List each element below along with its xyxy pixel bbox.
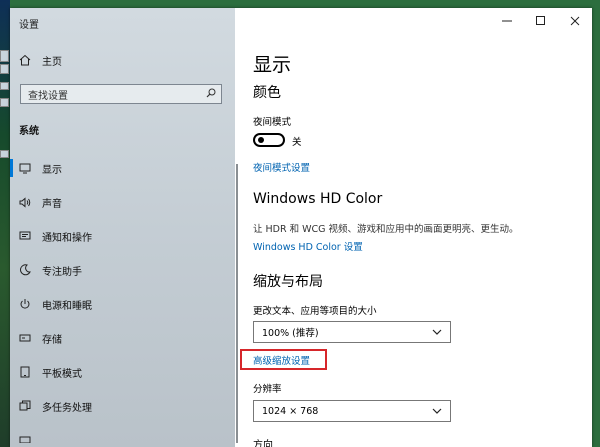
desktop-icon[interactable] xyxy=(0,98,9,107)
sidebar-item-partial[interactable] xyxy=(10,424,235,447)
settings-window: 设置 主页 查找设置 系统 显示 声音 通知和操作 专注助手 电源和睡眠 存储 … xyxy=(10,8,592,447)
night-light-toggle[interactable] xyxy=(253,133,285,147)
scale-dropdown[interactable]: 100% (推荐) xyxy=(253,321,451,343)
night-light-state: 关 xyxy=(292,137,302,148)
sidebar-item-label: 主页 xyxy=(42,56,62,68)
section-heading-scale-layout: 缩放与布局 xyxy=(253,274,323,290)
sidebar-item-label: 平板模式 xyxy=(42,368,82,380)
sidebar-item-power-sleep[interactable]: 电源和睡眠 xyxy=(10,291,235,317)
section-heading-hd-color: Windows HD Color xyxy=(253,191,383,207)
partial-icon xyxy=(18,430,32,444)
sidebar-item-label: 通知和操作 xyxy=(42,232,92,244)
multitask-icon xyxy=(18,399,32,413)
sidebar-item-notifications[interactable]: 通知和操作 xyxy=(10,223,235,249)
hd-color-settings-link[interactable]: Windows HD Color 设置 xyxy=(253,239,363,253)
night-light-settings-link[interactable]: 夜间模式设置 xyxy=(253,160,310,174)
storage-icon xyxy=(18,331,32,345)
search-input[interactable]: 查找设置 xyxy=(20,84,222,104)
sidebar-section-title: 系统 xyxy=(19,126,39,137)
sidebar-item-sound[interactable]: 声音 xyxy=(10,189,235,215)
moon-icon xyxy=(18,263,32,277)
desktop-icon[interactable] xyxy=(0,64,9,74)
desktop-icon[interactable] xyxy=(0,150,9,158)
sidebar-item-storage[interactable]: 存储 xyxy=(10,325,235,351)
sidebar-item-label: 专注助手 xyxy=(42,266,82,278)
close-icon xyxy=(570,16,580,26)
home-icon xyxy=(18,53,32,67)
search-placeholder: 查找设置 xyxy=(28,90,68,102)
monitor-icon xyxy=(18,161,32,175)
sidebar-item-label: 存储 xyxy=(42,334,62,346)
sidebar-item-label: 显示 xyxy=(42,164,62,176)
maximize-icon xyxy=(536,16,545,25)
window-title: 设置 xyxy=(19,20,39,31)
minimize-button[interactable] xyxy=(490,8,524,34)
maximize-button[interactable] xyxy=(524,8,558,34)
resolution-dropdown-value: 1024 × 768 xyxy=(262,405,319,417)
sidebar-item-label: 多任务处理 xyxy=(42,402,92,414)
sidebar-item-label: 声音 xyxy=(42,198,62,210)
minimize-icon xyxy=(502,20,512,22)
scale-dropdown-value: 100% (推荐) xyxy=(262,328,319,339)
close-button[interactable] xyxy=(558,8,592,34)
tablet-icon xyxy=(18,365,32,379)
sidebar-item-home[interactable]: 主页 xyxy=(10,47,235,73)
hd-color-description: 让 HDR 和 WCG 视频、游戏和应用中的画面更明亮、更生动。 xyxy=(253,224,519,235)
night-light-label: 夜间模式 xyxy=(253,117,292,128)
sidebar-item-focus-assist[interactable]: 专注助手 xyxy=(10,257,235,283)
section-heading-color: 颜色 xyxy=(253,85,281,101)
desktop-icon[interactable] xyxy=(0,82,9,90)
sidebar-item-label: 电源和睡眠 xyxy=(42,300,92,312)
power-icon xyxy=(18,297,32,311)
sidebar: 设置 主页 查找设置 系统 显示 声音 通知和操作 专注助手 电源和睡眠 存储 … xyxy=(10,8,235,447)
highlight-annotation xyxy=(240,349,327,370)
display-settings-panel: 显示 颜色 夜间模式 关 夜间模式设置 Windows HD Color 让 H… xyxy=(235,8,592,447)
desktop-icon[interactable] xyxy=(0,50,9,62)
sidebar-item-display[interactable]: 显示 xyxy=(10,155,235,181)
chevron-down-icon xyxy=(432,406,442,417)
text-size-label: 更改文本、应用等项目的大小 xyxy=(253,306,377,317)
chevron-down-icon xyxy=(432,327,442,338)
window-controls xyxy=(490,8,592,34)
scrollbar[interactable] xyxy=(236,164,238,443)
desktop-background xyxy=(0,0,10,447)
speaker-icon xyxy=(18,195,32,209)
resolution-label: 分辨率 xyxy=(253,384,282,395)
orientation-label-partial: 方向 xyxy=(253,440,273,447)
search-icon xyxy=(206,88,216,101)
notification-icon xyxy=(18,229,32,243)
sidebar-item-tablet-mode[interactable]: 平板模式 xyxy=(10,359,235,385)
resolution-dropdown[interactable]: 1024 × 768 xyxy=(253,400,451,422)
page-title: 显示 xyxy=(253,54,292,76)
sidebar-item-multitasking[interactable]: 多任务处理 xyxy=(10,393,235,419)
